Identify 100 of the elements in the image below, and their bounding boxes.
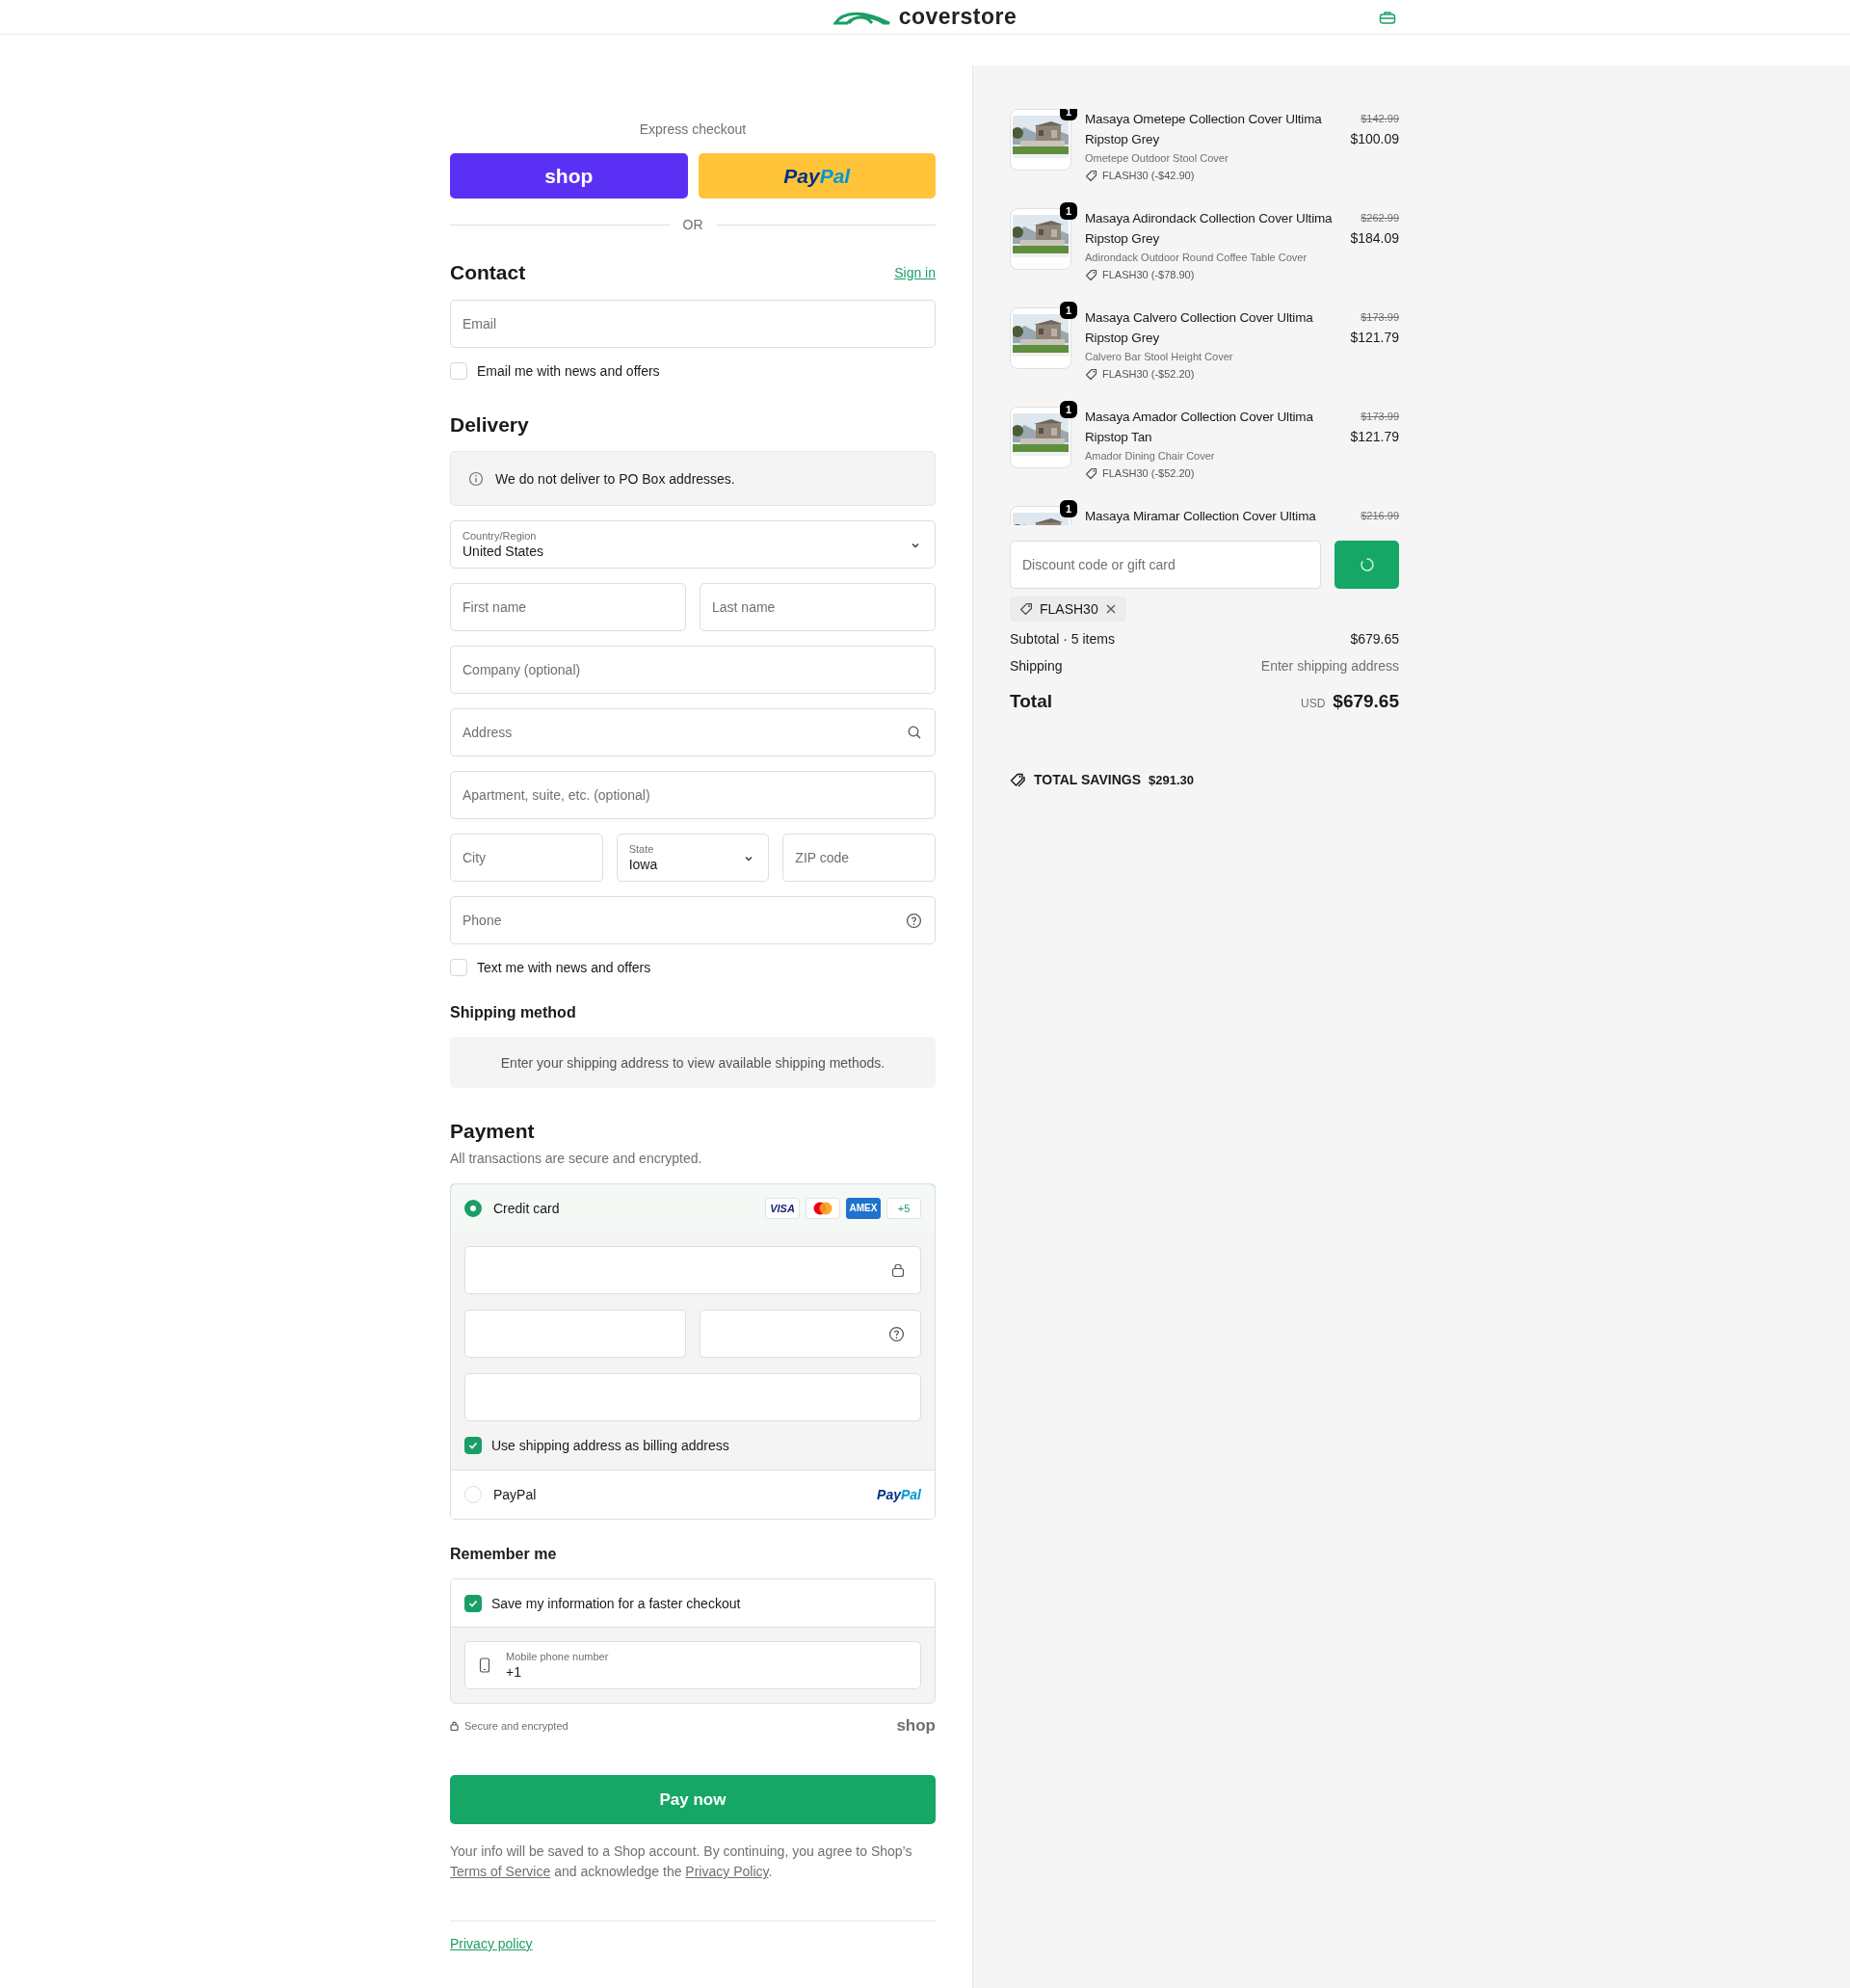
lock-icon [891, 1262, 905, 1278]
apply-button[interactable] [1335, 541, 1399, 589]
total-label: Total [1010, 691, 1052, 712]
original-price: $262.99 [1361, 211, 1399, 225]
section-heading: Delivery [450, 413, 530, 437]
mastercard-logo [806, 1197, 840, 1219]
discount-code: FLASH30 [1040, 601, 1098, 617]
checkbox[interactable] [464, 1594, 482, 1612]
or-divider-text: OR [682, 217, 703, 232]
tag-icon [1019, 602, 1033, 616]
product-name: Masaya Ometepe Collection Cover Ultima Ripstop Grey [1085, 111, 1323, 148]
subtotal-label: Subtotal · 5 items [1010, 630, 1115, 649]
product-name: Masaya Amador Collection Cover Ultima Ripstop Tan [1085, 409, 1314, 446]
shop-logo: shop [896, 1716, 936, 1736]
card-input-field[interactable] [464, 1310, 686, 1358]
more-cards-count: +5 [886, 1197, 921, 1219]
phone-icon [479, 1657, 490, 1673]
total-savings-label: TOTAL SAVINGS [1034, 772, 1141, 787]
card-input-field[interactable] [464, 1373, 921, 1421]
sale-price: $121.79 [1350, 329, 1399, 347]
payment-option[interactable]: Credit card VISA AMEX +5 [451, 1184, 935, 1233]
discount-text: FLASH30 (-$52.20) [1102, 367, 1195, 382]
phone-field[interactable]: Mobile phone number +1 [464, 1641, 921, 1689]
checkbox-label: Text me with news and offers [477, 960, 651, 975]
section-heading: Shipping method [450, 1003, 577, 1022]
product-variant: Ometepe Outdoor Stool Cover [1085, 151, 1229, 166]
shipping-methods-message: Enter your shipping address to view available shipping methods. [450, 1037, 936, 1088]
lock-icon [450, 1721, 459, 1731]
brand-name: coverstore [898, 4, 1018, 30]
sale-price: $100.09 [1350, 130, 1399, 148]
quantity-badge: 1 [1060, 202, 1077, 220]
tag-icon [1085, 367, 1097, 381]
notice-text: We do not deliver to PO Box addresses. [495, 470, 735, 487]
express-checkout-title: Express checkout [638, 120, 748, 139]
product-variant: Calvero Bar Stool Height Cover [1085, 350, 1234, 364]
quantity-badge: 1 [1060, 500, 1077, 517]
input-field[interactable]: City [450, 834, 603, 882]
secure-note: Secure and encrypted [464, 1720, 568, 1732]
footer-link[interactable]: Privacy policy [450, 1936, 533, 1951]
input-field[interactable]: Apartment, suite, etc. (optional) [450, 771, 936, 819]
payment-option-label: Credit card [493, 1200, 560, 1216]
select-field[interactable]: Country/Region United States [450, 520, 936, 569]
checkbox[interactable] [464, 1437, 482, 1454]
total-savings-value: $291.30 [1149, 772, 1194, 787]
subtotal-value: $679.65 [1350, 630, 1399, 649]
product-name: Masaya Adirondack Collection Cover Ultima Ripstop Grey [1085, 210, 1334, 248]
bag-icon[interactable] [1379, 11, 1396, 24]
original-price: $173.99 [1361, 410, 1399, 424]
info-icon [468, 470, 484, 487]
product-variant: Amador Dining Chair Cover [1085, 449, 1216, 464]
shipping-value: Enter shipping address [1260, 657, 1399, 676]
original-price: $173.99 [1361, 310, 1399, 325]
spinner-icon [1359, 557, 1375, 572]
checkmark-icon [467, 1440, 479, 1451]
sign-in-link[interactable]: Sign in [894, 265, 936, 280]
tag-icon [1085, 466, 1097, 480]
section-heading: Payment [450, 1120, 536, 1143]
input-field[interactable]: First name [450, 583, 686, 631]
product-name: Masaya Miramar Collection Cover Ultima [1085, 508, 1317, 525]
sale-price: $121.79 [1350, 428, 1399, 446]
help-icon[interactable] [906, 913, 922, 929]
checkbox-label: Save my information for a faster checkout [491, 1595, 741, 1611]
input-field[interactable]: Company (optional) [450, 646, 936, 694]
quantity-badge: 1 [1060, 401, 1077, 418]
tag-icon [1085, 169, 1097, 182]
total-value: $679.65 [1333, 691, 1399, 712]
email-field[interactable]: Email [450, 300, 936, 348]
quantity-badge: 1 [1060, 302, 1077, 319]
legal-text: Your info will be saved to a Shop account. By continuing, you agree to Shop’s Terms of Service and acknowledge the Privacy Policy. [450, 1842, 913, 1881]
discount-text: FLASH30 (-$52.20) [1102, 466, 1195, 481]
input-field[interactable]: ZIP code [782, 834, 936, 882]
paypal-logo: PayPal [877, 1487, 921, 1502]
discount-text: FLASH30 (-$78.90) [1102, 268, 1195, 282]
search-icon[interactable] [907, 725, 922, 740]
payment-subtitle: All transactions are secure and encrypted. [450, 1150, 703, 1167]
select-field[interactable]: State Iowa [616, 834, 770, 882]
input-field[interactable]: Address [450, 708, 936, 756]
tag-icon [1085, 268, 1097, 281]
card-input-field[interactable] [464, 1246, 921, 1294]
product-name: Masaya Calvero Collection Cover Ultima Ripstop Grey [1085, 309, 1314, 347]
shop-pay-button[interactable]: shop [450, 153, 688, 199]
card-input-field[interactable] [700, 1310, 921, 1358]
input-field[interactable]: Phone [450, 896, 936, 944]
card-brand-logo: VISA [765, 1197, 800, 1219]
discount-text: FLASH30 (-$42.90) [1102, 169, 1195, 183]
paypal-button[interactable]: PayPal [698, 153, 936, 199]
original-price: $216.99 [1361, 509, 1399, 523]
checkbox-label: Use shipping address as billing address [491, 1438, 729, 1453]
payment-option-label: PayPal [493, 1487, 537, 1502]
radio-button[interactable] [464, 1199, 482, 1217]
close-icon[interactable] [1104, 603, 1117, 615]
input-field[interactable]: Last name [700, 583, 936, 631]
checkbox-label: Email me with news and offers [477, 363, 660, 379]
discount-code-field[interactable]: Discount code or gift card [1010, 541, 1321, 589]
card-brand-logo: AMEX [846, 1197, 881, 1219]
legal-link[interactable]: Terms of Service [450, 1864, 551, 1879]
shipping-label: Shipping [1010, 657, 1063, 676]
section-heading: Contact [450, 261, 526, 284]
original-price: $142.99 [1361, 112, 1399, 126]
help-icon[interactable] [888, 1325, 905, 1342]
